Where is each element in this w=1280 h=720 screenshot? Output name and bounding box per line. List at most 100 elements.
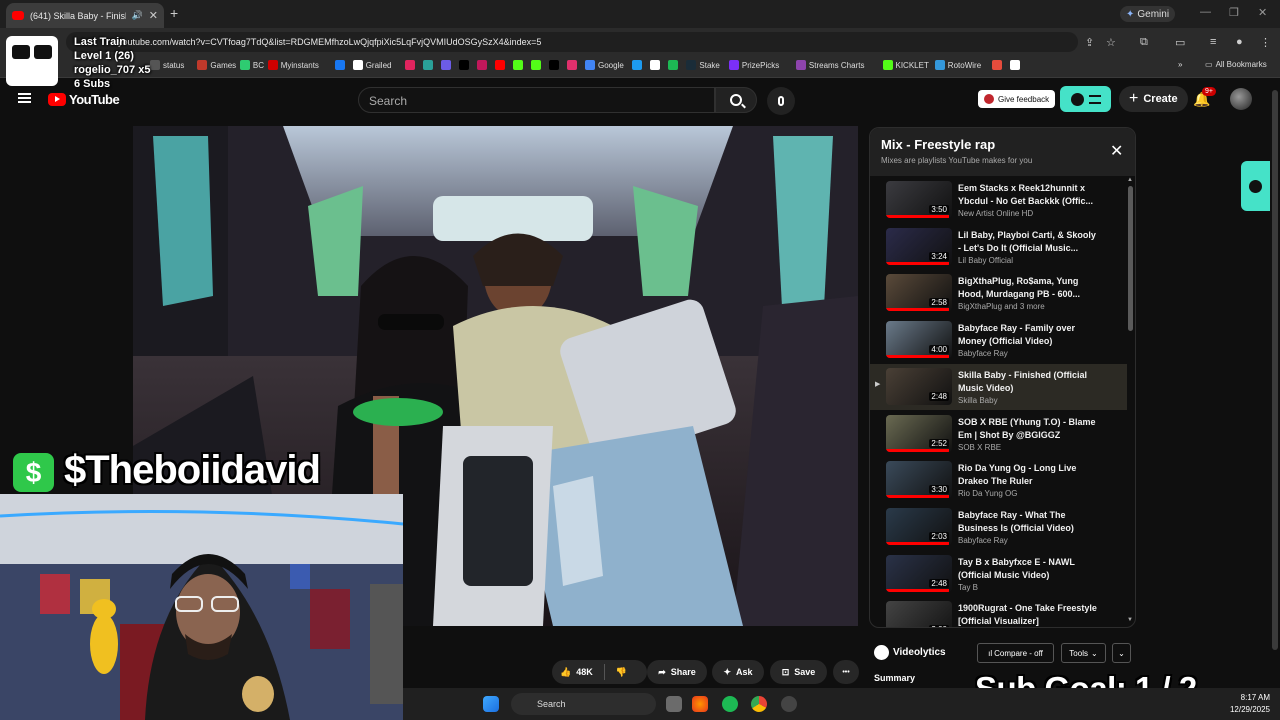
playlist-item-title[interactable]: Eem Stacks x Reek12hunnit x Ybcdul - No … <box>958 182 1098 208</box>
bookmark-item[interactable] <box>441 60 451 70</box>
videolytics-toggle-button[interactable] <box>1060 86 1111 112</box>
url-field[interactable]: youtube.com/watch?v=CVTfoag7TdQ&list=RDG… <box>66 32 1078 52</box>
taskbar-search-input[interactable]: Search <box>511 693 656 715</box>
bookmark-item[interactable] <box>405 60 415 70</box>
bookmark-item[interactable] <box>477 60 487 70</box>
scroll-up-icon[interactable]: ▲ <box>1127 177 1133 183</box>
bookmark-item[interactable] <box>513 60 523 70</box>
playlist-item[interactable]: 3:50 Eem Stacks x Reek12hunnit x Ybcdul -… <box>870 177 1127 223</box>
video-thumbnail[interactable]: 2:52 <box>886 414 952 452</box>
tools-dropdown[interactable]: Tools ⌄ <box>1061 643 1106 663</box>
playlist-item-title[interactable]: Babyface Ray - Family over Money (Offici… <box>958 322 1098 348</box>
bookmark-item[interactable] <box>650 60 661 70</box>
give-feedback-button[interactable]: Give feedback <box>978 90 1056 108</box>
bookmark-item[interactable]: Grailed <box>352 60 391 70</box>
new-tab-button[interactable]: + <box>170 5 178 21</box>
bookmark-item[interactable]: Games <box>197 60 236 70</box>
video-thumbnail[interactable]: 2:48 <box>886 367 952 405</box>
browser-tab[interactable]: (641) Skilla Baby - Finished 🔊 ✕ <box>6 3 164 28</box>
bookmark-item[interactable] <box>495 60 505 70</box>
playlist-item[interactable]: 4:00 Babyface Ray - Family over Money (Of… <box>870 317 1127 363</box>
task-view-icon[interactable] <box>666 696 682 712</box>
close-tab-icon[interactable]: ✕ <box>149 9 158 22</box>
playlist-item[interactable]: 3:30 Rio Da Yung Og - Long Live Drakeo Th… <box>870 457 1127 503</box>
playlist-item-title[interactable]: 1900Rugrat - One Take Freestyle [Officia… <box>958 602 1098 627</box>
playlist-item-title[interactable]: Babyface Ray - What The Business Is (Off… <box>958 509 1098 535</box>
speaker-icon[interactable]: 🔊 <box>132 10 143 21</box>
ask-button[interactable]: ✦ Ask <box>712 660 764 684</box>
bookmark-item[interactable] <box>1010 60 1020 70</box>
playlist-scrollbar[interactable] <box>1128 186 1133 331</box>
bookmark-item[interactable] <box>632 60 643 70</box>
playlist-item-title[interactable]: Tay B x Babyfxce E - NAWL (Official Musi… <box>958 556 1098 582</box>
close-playlist-icon[interactable]: ✕ <box>1110 141 1123 161</box>
bookmark-item[interactable] <box>334 60 345 70</box>
chrome-icon[interactable] <box>751 696 767 712</box>
playlist-item[interactable]: 2:00 1900Rugrat - One Take Freestyle [Off… <box>870 597 1127 627</box>
bookmark-item[interactable]: PrizePicks <box>728 60 779 70</box>
videolytics-side-tab[interactable] <box>1241 161 1270 211</box>
scroll-down-icon[interactable]: ▼ <box>1127 617 1133 623</box>
youtube-logo[interactable]: YouTube <box>48 92 120 107</box>
bookmark-item[interactable] <box>549 60 559 70</box>
playlist-item[interactable]: 2:48 Tay B x Babyfxce E - NAWL (Official … <box>870 551 1127 597</box>
video-thumbnail[interactable]: 2:58 <box>886 274 952 312</box>
video-thumbnail[interactable]: 2:03 <box>886 507 952 545</box>
search-button[interactable] <box>715 87 757 113</box>
playlist-item-title[interactable]: Rio Da Yung Og - Long Live Drakeo The Ru… <box>958 462 1098 488</box>
gemini-button[interactable]: ✦ Gemini <box>1120 6 1176 22</box>
bookmark-item[interactable] <box>531 60 541 70</box>
search-input[interactable]: Search <box>358 87 715 113</box>
playlist-item-title[interactable]: SOB X RBE (Yhung T.O) - Blame Em | Shot … <box>958 416 1098 442</box>
all-bookmarks[interactable]: ▭ All Bookmarks <box>1205 60 1267 69</box>
restore-icon[interactable]: ❐ <box>1229 6 1239 19</box>
playlist-item[interactable]: ▶ 2:48 Skilla Baby - Finished (Official Mu… <box>870 363 1127 410</box>
compare-button[interactable]: ıl Compare - off <box>977 643 1054 663</box>
bookmark-item[interactable]: KICKLET <box>882 60 929 70</box>
bookmark-item[interactable]: Stake <box>686 60 720 70</box>
video-thumbnail[interactable]: 4:00 <box>886 321 952 359</box>
bookmark-item[interactable]: RotoWire <box>934 60 981 70</box>
thumbs-down-icon[interactable]: 👎 <box>616 667 627 678</box>
video-thumbnail[interactable]: 3:30 <box>886 461 952 499</box>
bookmark-item[interactable] <box>459 60 469 70</box>
minimize-icon[interactable]: — <box>1200 6 1211 18</box>
playlist-item[interactable]: 2:58 BigXthaPlug, Ro$ama, Yung Hood, Murd… <box>870 270 1127 316</box>
playlist-item-title[interactable]: BigXthaPlug, Ro$ama, Yung Hood, Murdagan… <box>958 275 1098 301</box>
spotify-icon[interactable] <box>722 696 738 712</box>
playlist-item-title[interactable]: Skilla Baby - Finished (Official Music V… <box>958 369 1098 395</box>
extensions-icon[interactable]: ⧉ <box>1140 36 1148 49</box>
install-icon[interactable]: ⇪ <box>1085 36 1094 49</box>
bookmark-item[interactable]: BC <box>239 60 264 70</box>
playlist-item[interactable]: 2:52 SOB X RBE (Yhung T.O) - Blame Em | S… <box>870 411 1127 457</box>
bookmark-item[interactable] <box>992 60 1002 70</box>
hamburger-menu-icon[interactable] <box>18 93 31 103</box>
video-thumbnail[interactable]: 2:00 <box>886 601 952 627</box>
like-button[interactable]: 👍 48K <box>560 667 593 678</box>
bookmark-item[interactable]: Myinstants <box>267 60 319 70</box>
playlist-title[interactable]: Mix - Freestyle rap <box>881 137 995 152</box>
cast-icon[interactable]: ▭ <box>1175 36 1185 49</box>
bookmarks-overflow-icon[interactable]: » <box>1178 60 1182 69</box>
menu-icon[interactable]: ⋮ <box>1260 36 1271 49</box>
windows-start-icon[interactable] <box>483 696 499 712</box>
firefox-icon[interactable] <box>692 696 708 712</box>
bookmark-item[interactable]: Google <box>585 60 624 70</box>
collapse-button[interactable]: ⌄ <box>1112 643 1131 663</box>
create-button[interactable]: + Create <box>1119 86 1188 112</box>
page-scrollbar[interactable] <box>1272 90 1278 650</box>
playlist-item[interactable]: 3:24 Lil Baby, Playboi Carti, & Skooly - … <box>870 224 1127 270</box>
playlist-item[interactable]: 2:03 Babyface Ray - What The Business Is … <box>870 504 1127 550</box>
media-icon[interactable]: ≡ <box>1210 36 1216 48</box>
save-button[interactable]: ⊡ Save <box>770 660 827 684</box>
playlist-item-title[interactable]: Lil Baby, Playboi Carti, & Skooly - Let'… <box>958 229 1098 255</box>
more-actions-button[interactable]: ••• <box>833 660 859 684</box>
bookmark-item[interactable] <box>668 60 679 70</box>
obs-icon[interactable] <box>781 696 797 712</box>
summary-heading[interactable]: Summary <box>874 673 915 683</box>
video-thumbnail[interactable]: 3:50 <box>886 181 952 218</box>
bookmark-item[interactable] <box>423 60 433 70</box>
profile-icon[interactable]: ● <box>1236 36 1243 48</box>
share-button[interactable]: ➦ Share <box>647 660 707 684</box>
bookmark-star-icon[interactable]: ☆ <box>1106 36 1116 49</box>
